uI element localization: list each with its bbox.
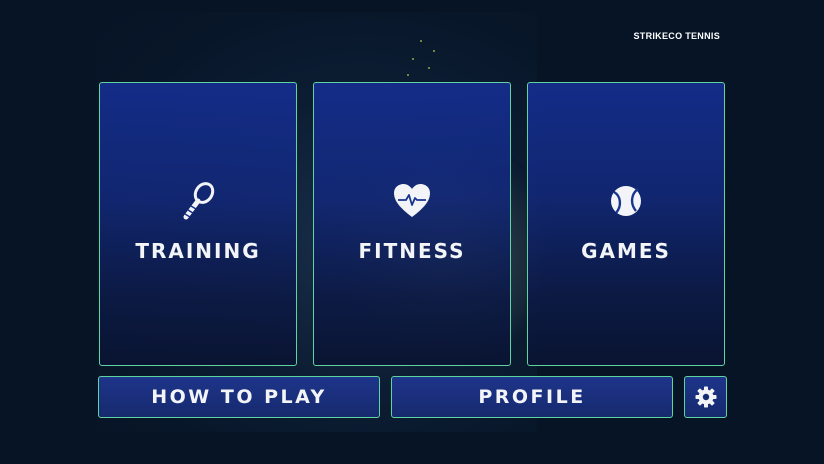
training-card[interactable]: TRAINING: [99, 82, 297, 366]
sparkle: [412, 58, 414, 60]
sparkle: [420, 40, 422, 42]
sparkle: [428, 67, 430, 69]
games-card[interactable]: GAMES: [527, 82, 725, 366]
training-label: TRAINING: [135, 239, 261, 263]
fitness-card[interactable]: FITNESS: [313, 82, 511, 366]
tennis-racket-icon: [176, 179, 220, 223]
heart-pulse-icon: [390, 179, 434, 223]
gear-icon: [694, 385, 718, 409]
settings-button[interactable]: [684, 376, 727, 418]
games-label: GAMES: [581, 239, 671, 263]
brand-title: STRIKECO TENNIS: [633, 31, 720, 41]
profile-button[interactable]: PROFILE: [391, 376, 673, 418]
fitness-label: FITNESS: [358, 239, 466, 263]
sparkle: [407, 74, 409, 76]
how-to-play-button[interactable]: HOW TO PLAY: [98, 376, 380, 418]
tennis-ball-icon: [604, 179, 648, 223]
sparkle: [433, 50, 435, 52]
